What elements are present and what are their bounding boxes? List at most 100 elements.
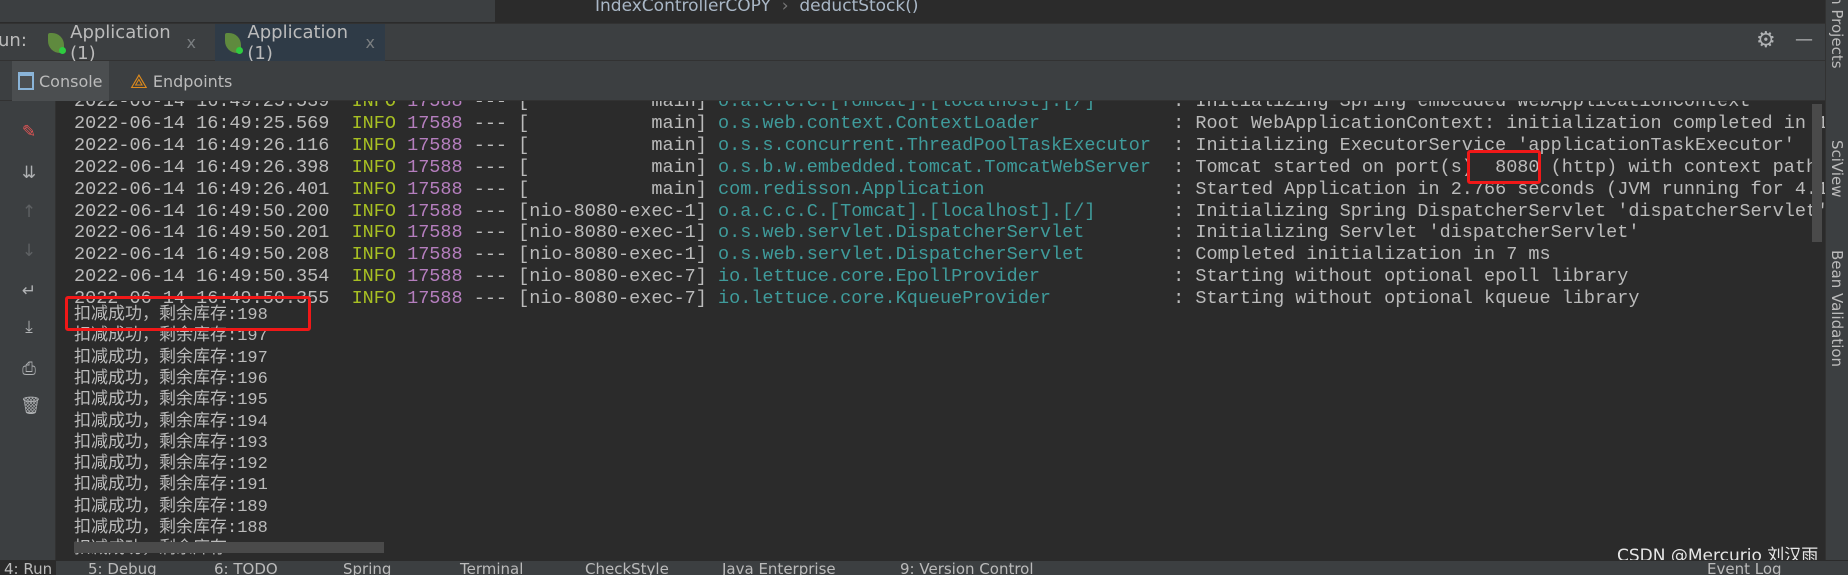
run-label: un: [0,30,27,51]
log-separator: --- [473,288,508,310]
tool-window-5-debug[interactable]: 5: Debug [88,561,157,575]
log-message: Root WebApplicationContext: initializati… [1195,112,1825,134]
hide-icon[interactable]: — [1795,29,1813,50]
tool-window-spring[interactable]: Spring [343,561,391,575]
endpoints-icon: ⟁ [130,69,148,93]
breadcrumb-separator: › [781,0,789,16]
log-line: 2022-06-14 16:49:50.354 INFO 17588 --- [… [74,266,1629,288]
log-level: INFO [351,112,396,134]
close-icon[interactable]: x [187,33,196,52]
log-thread: [ main] [518,112,707,134]
stock-line: 扣减成功，剩余库存:194 [74,412,268,432]
log-thread: [nio-8080-exec-1] [518,200,707,222]
log-logger: o.s.web.context.ContextLoader [717,112,1040,134]
log-line: 2022-06-14 16:49:25.539 INFO 17588 --- [… [74,101,1750,113]
print-icon[interactable]: ⎙ [20,360,38,378]
log-date: 2022-06-14 16:49:26.116 [74,134,330,156]
soft-wrap-icon[interactable]: ↵ [20,282,38,300]
scroll-to-end-icon[interactable]: ⇊ [20,164,38,182]
right-tool-strip: m Projects SciView Bean Validation [1825,0,1848,560]
tab-console[interactable]: Console [12,61,109,101]
log-separator: --- [473,134,508,156]
tool-window-6-todo[interactable]: 6: TODO [214,561,278,575]
log-message: Completed initialization in 7 ms [1195,244,1551,266]
console-output[interactable]: 2022-06-14 16:49:25.539 INFO 17588 --- [… [57,101,1825,560]
log-date: 2022-06-14 16:49:25.539 [74,101,330,112]
log-level: INFO [351,134,396,156]
log-message: Initializing Spring DispatcherServlet 'd… [1195,200,1825,222]
log-separator: --- [473,101,508,112]
tool-window-terminal[interactable]: Terminal [460,561,523,575]
down-arrow-icon[interactable]: ↓ [20,242,38,260]
breadcrumb-method[interactable]: deductStock() [799,0,918,16]
run-tab-bar: un: Application (1) x Application (1) x … [0,21,1825,64]
log-separator: --- [473,244,508,266]
scroll-to-bottom-icon[interactable]: ⤓ [20,318,38,336]
log-logger: o.a.c.c.C.[Tomcat].[localhost].[/] [717,200,1096,222]
log-date: 2022-06-14 16:49:50.354 [74,266,330,288]
run-tab-application-2[interactable]: Application (1) x [215,21,385,64]
gear-icon[interactable]: ⚙ [1756,28,1776,53]
log-logger: o.a.c.c.C.[Tomcat].[localhost].[/] [717,101,1096,112]
log-line: 2022-06-14 16:49:26.401 INFO 17588 --- [… [74,179,1825,201]
log-level: INFO [351,178,396,200]
log-logger: o.s.b.w.embedded.tomcat.TomcatWebServer [717,156,1151,178]
log-pid: 17588 [407,156,463,178]
breadcrumb[interactable]: IndexControllerCOPY › deductStock() [595,0,919,16]
run-tab-application-1[interactable]: Application (1) x [38,21,206,64]
clear-icon[interactable]: ✎ [20,123,38,141]
log-thread: [nio-8080-exec-7] [518,288,707,310]
stock-line: 扣减成功，剩余库存:191 [74,476,268,496]
log-logger: o.s.s.concurrent.ThreadPoolTaskExecutor [717,134,1151,156]
highlight-box-port [1467,150,1541,184]
log-date: 2022-06-14 16:49:50.201 [74,222,330,244]
stock-line: 扣减成功，剩余库存:197 [74,348,268,368]
log-level: INFO [351,222,396,244]
vertical-scrollbar[interactable] [1812,104,1822,242]
highlight-box-stock [65,296,311,331]
log-pid: 17588 [407,222,463,244]
breadcrumb-class[interactable]: IndexControllerCOPY [595,0,771,16]
log-logger: o.s.web.servlet.DispatcherServlet [717,244,1085,266]
sciview-tab[interactable]: SciView [1828,140,1846,198]
log-separator: --- [473,112,508,134]
tool-window-event-log[interactable]: Event Log [1707,561,1782,575]
log-pid: 17588 [407,200,463,222]
log-date: 2022-06-14 16:49:50.208 [74,244,330,266]
tab-label: Endpoints [152,71,233,91]
log-line: 2022-06-14 16:49:26.398 INFO 17588 --- [… [74,157,1825,179]
log-thread: [ main] [518,101,707,112]
console-toolbar: Console ⟁ Endpoints [0,61,1825,101]
log-logger: io.lettuce.core.EpollProvider [717,266,1040,288]
bean-validation-tab[interactable]: Bean Validation [1828,250,1846,367]
log-separator: --- [473,222,508,244]
tab-label: Application (1) [247,21,348,64]
log-separator: --- [473,266,508,288]
maven-projects-tab[interactable]: m Projects [1828,0,1846,69]
tab-label: Application (1) [70,21,171,64]
tool-window-checkstyle[interactable]: CheckStyle [585,561,669,575]
log-thread: [ main] [518,156,707,178]
stock-line: 扣减成功，剩余库存:192 [74,455,268,475]
editor-area: IndexControllerCOPY › deductStock() [0,0,1825,22]
log-logger: o.s.web.servlet.DispatcherServlet [717,222,1085,244]
horizontal-scrollbar[interactable] [74,542,384,553]
tool-window-java-enterprise[interactable]: Java Enterprise [722,561,836,575]
close-icon[interactable]: x [366,33,375,52]
log-pid: 17588 [407,244,463,266]
log-line: 2022-06-14 16:49:50.201 INFO 17588 --- [… [74,222,1640,244]
log-pid: 17588 [407,112,463,134]
trash-icon[interactable]: 🗑 [20,397,42,415]
tab-endpoints[interactable]: ⟁ Endpoints [124,61,238,101]
log-message: Starting without optional kqueue library [1195,288,1640,310]
log-separator: --- [473,156,508,178]
bottom-tool-bar: 4: Run 5: Debug 6: TODO Spring Terminal Check… [0,560,1848,575]
tool-window-4-run[interactable]: 4: Run [0,561,57,575]
log-logger: com.redisson.Application [717,178,985,200]
tool-window-9-version-control[interactable]: 9: Version Control [900,561,1034,575]
log-level: INFO [351,244,396,266]
up-arrow-icon[interactable]: ↑ [20,203,38,221]
project-panel [0,0,495,22]
stock-line: 扣减成功，剩余库存:188 [74,519,268,538]
stock-line: 扣减成功，剩余库存:189 [74,497,268,517]
